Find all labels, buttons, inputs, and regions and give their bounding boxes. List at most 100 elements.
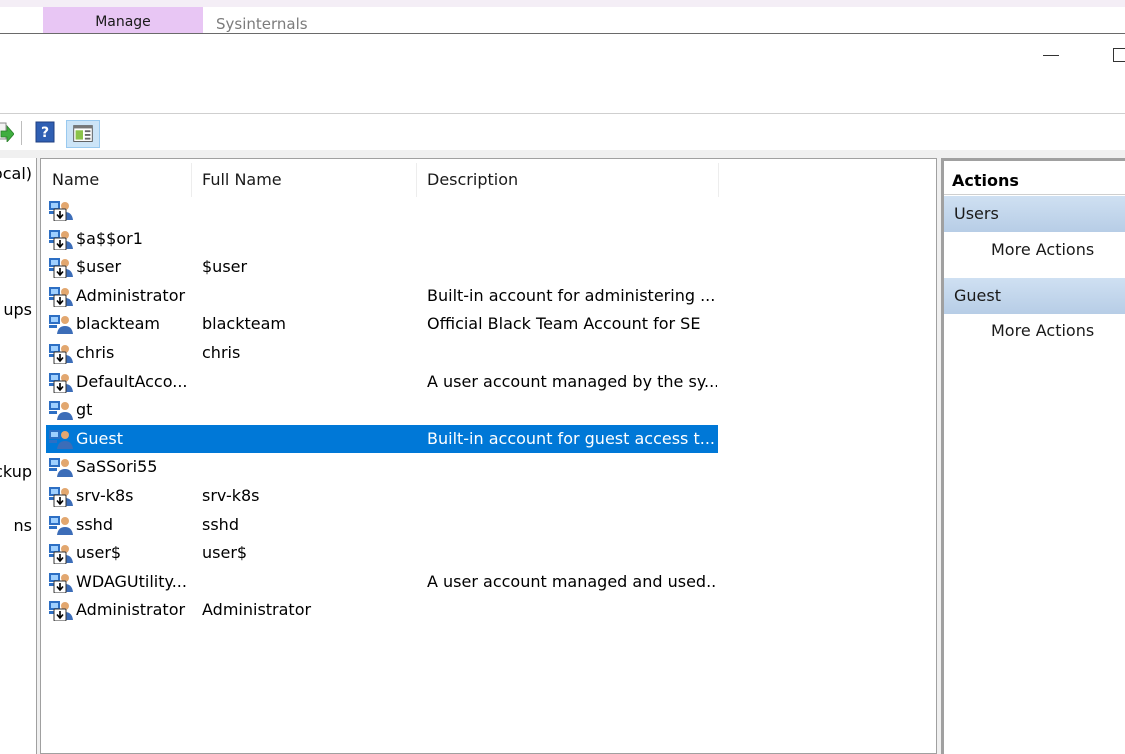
table-row[interactable] bbox=[46, 196, 718, 224]
cell-name: Administrator bbox=[76, 600, 186, 620]
cell-name bbox=[76, 196, 196, 224]
cell-full-name: blackteam bbox=[202, 314, 286, 334]
cell-full-name: $user bbox=[202, 257, 248, 277]
cell-full-name bbox=[202, 368, 414, 396]
cell-full-name bbox=[202, 425, 414, 453]
table-row[interactable]: gt bbox=[46, 396, 718, 424]
table-row[interactable]: Administrator Administrator bbox=[46, 596, 718, 624]
cell-description: A user account managed by the sy... bbox=[427, 371, 717, 391]
tree-item-ns[interactable]: ns bbox=[14, 516, 32, 535]
user-icon bbox=[48, 428, 74, 450]
user-icon bbox=[48, 456, 74, 478]
table-row[interactable]: user$ user$ bbox=[46, 539, 718, 567]
action-more-actions-users[interactable]: More Actions bbox=[991, 235, 1094, 265]
toolbar-bottom-gap bbox=[0, 150, 1125, 158]
cell-full-name: chris bbox=[202, 343, 241, 362]
maximize-button[interactable] bbox=[1113, 48, 1125, 62]
cell-name: $user bbox=[76, 257, 122, 277]
cell-description: Official Black Team Account for SE bbox=[427, 314, 701, 334]
table-row[interactable]: blackteam blackteam Official Black Team Ac… bbox=[46, 310, 718, 338]
table-row[interactable]: sshd sshd bbox=[46, 511, 718, 539]
cell-description bbox=[427, 339, 717, 367]
user-disabled-icon bbox=[48, 285, 74, 308]
table-row[interactable]: SaSSori55 bbox=[46, 453, 718, 481]
column-header-full-name[interactable]: Full Name bbox=[191, 165, 416, 195]
minimize-button[interactable] bbox=[1043, 55, 1059, 56]
cell-full-name bbox=[202, 196, 414, 224]
column-header-name[interactable]: Name bbox=[41, 165, 191, 195]
cell-name: chris bbox=[76, 343, 115, 362]
cell-name: SaSSori55 bbox=[76, 457, 158, 477]
toolbar-separator bbox=[21, 121, 22, 145]
tree-item-groups[interactable]: ups bbox=[3, 300, 32, 319]
column-divider[interactable] bbox=[718, 163, 719, 197]
user-disabled-icon bbox=[48, 571, 74, 594]
cell-description bbox=[427, 596, 717, 624]
table-row[interactable]: Administrator Built-in account for admini… bbox=[46, 282, 718, 310]
actions-title: Actions bbox=[944, 167, 1125, 195]
toolbar bbox=[0, 114, 1125, 150]
show-hide-action-pane-button[interactable] bbox=[66, 120, 100, 148]
cell-description bbox=[427, 196, 717, 224]
table-row[interactable]: chris chris bbox=[46, 339, 718, 367]
console-tree: ocal) ups ckup ns bbox=[0, 158, 37, 754]
cell-description bbox=[427, 253, 717, 281]
cell-full-name: Administrator bbox=[202, 600, 312, 620]
table-row[interactable]: $a$$or1 bbox=[46, 225, 718, 253]
cell-full-name bbox=[202, 282, 414, 310]
table-row[interactable]: $user $user bbox=[46, 253, 718, 281]
user-disabled-icon bbox=[48, 371, 74, 394]
cell-description bbox=[427, 482, 717, 510]
cell-name: user$ bbox=[76, 543, 122, 563]
cell-full-name: user$ bbox=[202, 543, 248, 563]
cell-description: Built-in account for guest access t... bbox=[427, 428, 716, 448]
help-icon[interactable]: ? bbox=[35, 121, 55, 143]
user-disabled-icon bbox=[48, 256, 74, 279]
user-disabled-icon bbox=[48, 342, 74, 365]
cell-name: DefaultAcco... bbox=[76, 371, 188, 391]
cell-description bbox=[427, 225, 717, 253]
ribbon-top-strip bbox=[0, 0, 1125, 7]
cell-full-name: sshd bbox=[202, 514, 239, 534]
tree-item-backup[interactable]: ckup bbox=[0, 462, 32, 481]
action-group-guest[interactable]: Guest bbox=[944, 278, 1125, 314]
cell-name: srv-k8s bbox=[76, 486, 134, 505]
tab-manage[interactable]: Manage bbox=[43, 7, 203, 33]
table-row[interactable]: WDAGUtility... A user account managed and… bbox=[46, 568, 718, 596]
user-disabled-icon bbox=[48, 542, 74, 565]
cell-name: WDAGUtility... bbox=[76, 571, 187, 591]
cell-name: sshd bbox=[76, 514, 113, 534]
table-row[interactable]: DefaultAcco... A user account managed by … bbox=[46, 368, 718, 396]
action-more-actions-guest[interactable]: More Actions bbox=[991, 316, 1094, 346]
user-icon bbox=[48, 399, 74, 421]
cell-name: gt bbox=[76, 400, 93, 420]
cell-description: Built-in account for administering ... bbox=[427, 285, 716, 305]
cell-description bbox=[427, 539, 717, 567]
computer-management-window: Manage Sysinternals ? ocal) ups ckup ns … bbox=[0, 0, 1125, 754]
cell-name: blackteam bbox=[76, 314, 160, 334]
column-header-description[interactable]: Description bbox=[416, 165, 718, 195]
tab-sysinternals[interactable]: Sysinternals bbox=[216, 7, 308, 33]
user-icon bbox=[48, 514, 74, 536]
table-row[interactable]: srv-k8s srv-k8s bbox=[46, 482, 718, 510]
cell-name: $a$$or1 bbox=[76, 228, 143, 248]
user-disabled-icon bbox=[48, 485, 74, 508]
cell-full-name bbox=[202, 225, 414, 253]
tree-item-local[interactable]: ocal) bbox=[0, 164, 32, 183]
cell-description: A user account managed and used... bbox=[427, 571, 717, 591]
users-list: Name Full Name Description $a$$or1 $user $… bbox=[40, 158, 937, 754]
export-list-icon[interactable] bbox=[0, 120, 14, 142]
action-group-users[interactable]: Users bbox=[944, 196, 1125, 232]
actions-pane: Actions Users More Actions Guest More Ac… bbox=[941, 158, 1125, 754]
user-icon bbox=[48, 313, 74, 335]
user-disabled-icon bbox=[48, 599, 74, 622]
svg-text:?: ? bbox=[41, 125, 49, 141]
user-disabled-icon bbox=[48, 199, 74, 222]
cell-full-name bbox=[202, 453, 414, 481]
table-row[interactable]: Guest Built-in account for guest access t… bbox=[46, 424, 718, 453]
cell-full-name bbox=[202, 568, 414, 596]
ribbon-divider bbox=[0, 33, 1125, 34]
show-hide-action-pane-icon bbox=[73, 125, 93, 142]
cell-full-name: srv-k8s bbox=[202, 486, 260, 505]
cell-name: Administrator bbox=[76, 285, 186, 305]
